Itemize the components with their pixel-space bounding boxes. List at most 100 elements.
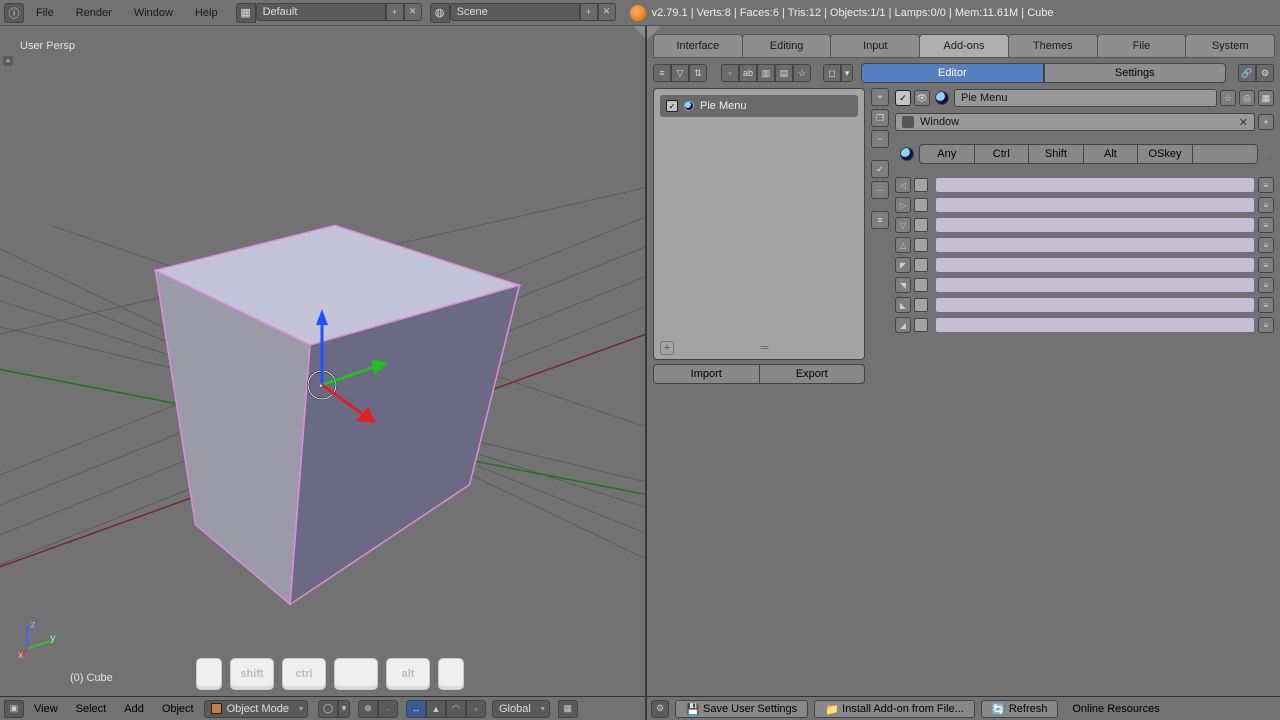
- scene-browse-icon[interactable]: ◍: [430, 3, 450, 23]
- grip-icon[interactable]: ═: [674, 342, 858, 354]
- sort-icon[interactable]: ⇅: [689, 64, 707, 82]
- check-button[interactable]: ✓: [871, 160, 889, 178]
- menu-icon[interactable]: ≡: [1258, 297, 1274, 313]
- slot-type[interactable]: [914, 298, 928, 312]
- add-button[interactable]: +: [871, 88, 889, 106]
- tab-interface[interactable]: Interface: [653, 34, 743, 57]
- tab-input[interactable]: Input: [830, 34, 920, 57]
- vp-menu-view[interactable]: View: [26, 701, 66, 717]
- star-icon[interactable]: ☆: [793, 64, 811, 82]
- shading-dd-icon[interactable]: ▾: [338, 700, 350, 718]
- mod-ctrl[interactable]: Ctrl: [975, 144, 1030, 164]
- link-icon[interactable]: 🔗: [1238, 64, 1256, 82]
- install-addon-button[interactable]: 📁Install Add-on from File...: [814, 700, 975, 718]
- scene-field[interactable]: Scene: [450, 3, 580, 21]
- add-context-button[interactable]: +: [1258, 114, 1274, 130]
- menu-icon[interactable]: ≡: [1258, 237, 1274, 253]
- editor-type-icon[interactable]: ⚙: [651, 700, 669, 718]
- slot-type[interactable]: [914, 218, 928, 232]
- remove-button[interactable]: −: [871, 130, 889, 148]
- pie-menu-item[interactable]: ✓ Pie Menu: [660, 95, 858, 117]
- online-resources-link[interactable]: Online Resources: [1064, 701, 1167, 717]
- filter-icon[interactable]: ▽: [671, 64, 689, 82]
- visibility-icon[interactable]: 👁: [914, 90, 930, 106]
- down-arrow-icon[interactable]: ▽: [895, 217, 911, 233]
- slot-field[interactable]: [935, 317, 1255, 333]
- mod-alt[interactable]: Alt: [1084, 144, 1139, 164]
- mode-editor[interactable]: Editor: [861, 63, 1044, 83]
- pivot-icon[interactable]: ⊕: [358, 700, 378, 718]
- menu-icon[interactable]: ≡: [1258, 217, 1274, 233]
- add-item-button[interactable]: +: [660, 341, 674, 355]
- copy-button[interactable]: ❐: [871, 109, 889, 127]
- star-icon[interactable]: ☆: [1220, 90, 1236, 106]
- clear-icon[interactable]: ✕: [1239, 116, 1248, 129]
- menu-icon[interactable]: ≡: [1258, 177, 1274, 193]
- slot-field[interactable]: [935, 237, 1255, 253]
- view-split-icon[interactable]: ▤: [775, 64, 793, 82]
- menu-icon[interactable]: ≡: [1258, 257, 1274, 273]
- vp-menu-object[interactable]: Object: [154, 701, 202, 717]
- dots-button[interactable]: ⋯: [871, 181, 889, 199]
- slot-type[interactable]: [914, 258, 928, 272]
- refresh-button[interactable]: 🔄Refresh: [981, 700, 1059, 718]
- shading-solid-icon[interactable]: ◯: [318, 700, 338, 718]
- view-text-icon[interactable]: ab: [739, 64, 757, 82]
- enabled-checkbox[interactable]: ✓: [895, 90, 911, 106]
- checkbox-icon[interactable]: ✓: [666, 100, 678, 112]
- tab-system[interactable]: System: [1185, 34, 1275, 57]
- menu-file[interactable]: File: [26, 3, 64, 23]
- tab-file[interactable]: File: [1097, 34, 1187, 57]
- area-split-corner[interactable]: [647, 26, 661, 40]
- export-button[interactable]: Export: [760, 364, 866, 384]
- screen-add-button[interactable]: +: [386, 3, 404, 21]
- manipulator-translate-icon[interactable]: ▲: [426, 700, 446, 718]
- scene-delete-button[interactable]: ✕: [598, 3, 616, 21]
- manipulator-scale-icon[interactable]: ▫: [466, 700, 486, 718]
- pie-menu-list[interactable]: ✓ Pie Menu + ═: [653, 88, 865, 360]
- menu-window[interactable]: Window: [124, 3, 183, 23]
- mod-oskey[interactable]: OSkey: [1138, 144, 1193, 164]
- slot-field[interactable]: [935, 277, 1255, 293]
- target-icon[interactable]: ◎: [1239, 90, 1255, 106]
- 3d-viewport[interactable]: + User Persp: [0, 26, 647, 720]
- mode-select[interactable]: Object Mode▾: [204, 700, 308, 718]
- upleft-arrow-icon[interactable]: ◤: [895, 257, 911, 273]
- slot-field[interactable]: [935, 257, 1255, 273]
- manipulator-toggle-icon[interactable]: ↔: [406, 700, 426, 718]
- view-cols-icon[interactable]: ▥: [757, 64, 775, 82]
- upright-arrow-icon[interactable]: ◥: [895, 277, 911, 293]
- pivot-opt-icon[interactable]: ·: [378, 700, 398, 718]
- menu-render[interactable]: Render: [66, 3, 122, 23]
- menu-name-field[interactable]: Pie Menu: [954, 89, 1217, 107]
- downright-arrow-icon[interactable]: ◢: [895, 317, 911, 333]
- manipulator-rotate-icon[interactable]: ◠: [446, 700, 466, 718]
- downleft-arrow-icon[interactable]: ◣: [895, 297, 911, 313]
- mod-empty[interactable]: [1193, 144, 1258, 164]
- slot-type[interactable]: [914, 178, 928, 192]
- screen-browse-icon[interactable]: ▦: [236, 3, 256, 23]
- import-button[interactable]: Import: [653, 364, 760, 384]
- slot-type[interactable]: [914, 278, 928, 292]
- slot-type[interactable]: [914, 198, 928, 212]
- slot-type[interactable]: [914, 318, 928, 332]
- mod-any[interactable]: Any: [919, 144, 975, 164]
- slot-field[interactable]: [935, 297, 1255, 313]
- menu-icon[interactable]: ≡: [1258, 197, 1274, 213]
- menu-icon[interactable]: ≡: [1258, 317, 1274, 333]
- mode-settings[interactable]: Settings: [1044, 63, 1227, 83]
- gear-icon[interactable]: ⚙: [1256, 64, 1274, 82]
- view-grid-icon[interactable]: ▫: [721, 64, 739, 82]
- orientation-select[interactable]: Global▾: [492, 700, 550, 718]
- scene-add-button[interactable]: +: [580, 3, 598, 21]
- up-arrow-icon[interactable]: △: [895, 237, 911, 253]
- menu-help[interactable]: Help: [185, 3, 228, 23]
- slot-type[interactable]: [914, 238, 928, 252]
- slot-field[interactable]: [935, 217, 1255, 233]
- left-arrow-icon[interactable]: ◁: [895, 177, 911, 193]
- grid-icon[interactable]: ▦: [1258, 90, 1274, 106]
- save-user-settings-button[interactable]: 💾Save User Settings: [675, 700, 808, 718]
- right-arrow-icon[interactable]: ▷: [895, 197, 911, 213]
- slot-field[interactable]: [935, 197, 1255, 213]
- tab-editing[interactable]: Editing: [742, 34, 832, 57]
